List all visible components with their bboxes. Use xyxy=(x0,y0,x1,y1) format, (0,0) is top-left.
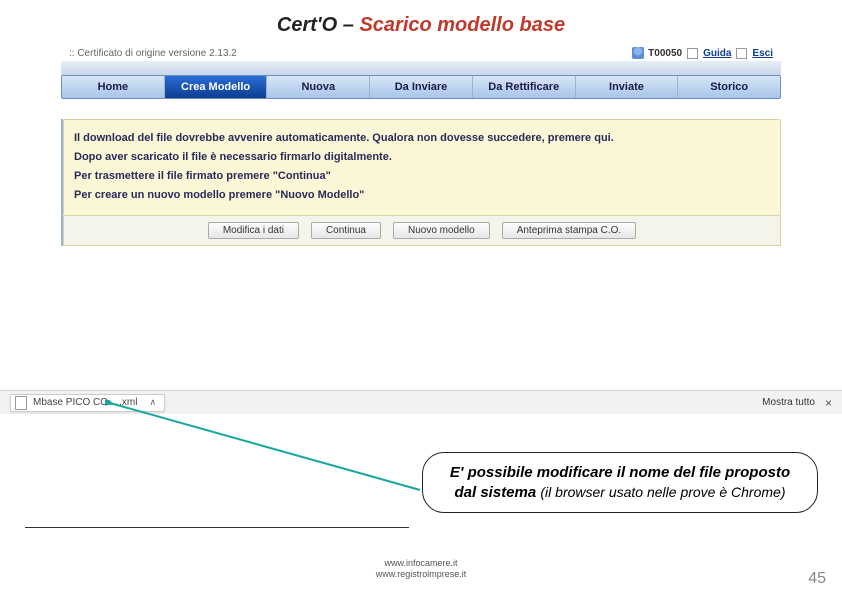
version-label: :: Certificato di origine versione 2.13.… xyxy=(69,48,237,59)
download-bar-right: Mostra tutto × xyxy=(762,396,832,410)
nuovo-modello-button[interactable]: Nuovo modello xyxy=(393,222,490,239)
chevron-up-icon: ∧ xyxy=(149,397,156,408)
button-row: Modifica i dati Continua Nuovo modello A… xyxy=(63,216,781,246)
content-panel: Il download del file dovrebbe avvenire a… xyxy=(61,119,781,246)
download-chip[interactable]: Mbase PICO CO ....xml ∧ xyxy=(10,394,165,412)
user-icon xyxy=(632,47,644,59)
tab-crea-modello[interactable]: Crea Modello xyxy=(165,76,268,98)
msg-line-3: Per trasmettere il file firmato premere … xyxy=(74,169,770,185)
annotation-arrow xyxy=(105,400,425,540)
slide-title-red: Scarico modello base xyxy=(359,14,565,36)
footer-links: www.infocamere.it www.registroimprese.it xyxy=(0,558,842,580)
slide-title-black: Cert'O – xyxy=(277,14,360,36)
tab-da-rettificare[interactable]: Da Rettificare xyxy=(473,76,576,98)
modifica-button[interactable]: Modifica i dati xyxy=(208,222,299,239)
footer-link-1: www.infocamere.it xyxy=(0,558,842,569)
divider-line xyxy=(25,527,409,528)
topbar: :: Certificato di origine versione 2.13.… xyxy=(61,45,781,61)
message-box: Il download del file dovrebbe avvenire a… xyxy=(63,119,781,216)
guida-link[interactable]: Guida xyxy=(703,48,731,59)
header-gradient xyxy=(61,61,781,75)
callout-bubble: E' possibile modificare il nome del file… xyxy=(422,452,818,513)
tab-home[interactable]: Home xyxy=(62,76,165,98)
anteprima-button[interactable]: Anteprima stampa C.O. xyxy=(502,222,636,239)
browser-download-bar: Mbase PICO CO ....xml ∧ Mostra tutto × xyxy=(0,390,842,414)
slide-title: Cert'O – Scarico modello base xyxy=(0,0,842,45)
esci-link[interactable]: Esci xyxy=(752,48,773,59)
msg-line-1: Il download del file dovrebbe avvenire a… xyxy=(74,131,770,147)
exit-icon xyxy=(736,48,747,59)
msg-line-4: Per creare un nuovo modello premere "Nuo… xyxy=(74,188,770,204)
page-number: 45 xyxy=(808,570,826,588)
msg-line-2: Dopo aver scaricato il file è necessario… xyxy=(74,150,770,166)
close-download-bar[interactable]: × xyxy=(825,396,832,410)
tab-da-inviare[interactable]: Da Inviare xyxy=(370,76,473,98)
file-icon xyxy=(15,396,27,410)
tab-nuova[interactable]: Nuova xyxy=(267,76,370,98)
user-code: T00050 xyxy=(648,48,682,59)
topbar-right: T00050 Guida Esci xyxy=(632,47,773,59)
menubar: Home Crea Modello Nuova Da Inviare Da Re… xyxy=(61,75,781,99)
app-frame: :: Certificato di origine versione 2.13.… xyxy=(61,45,781,246)
continua-button[interactable]: Continua xyxy=(311,222,381,239)
guide-icon xyxy=(687,48,698,59)
footer-link-2: www.registroimprese.it xyxy=(0,569,842,580)
tab-inviate[interactable]: Inviate xyxy=(576,76,679,98)
tab-storico[interactable]: Storico xyxy=(678,76,780,98)
mostra-tutto-link[interactable]: Mostra tutto xyxy=(762,397,815,408)
callout-rest: (il browser usato nelle prove è Chrome) xyxy=(540,484,785,500)
download-filename: Mbase PICO CO ....xml xyxy=(33,397,137,408)
